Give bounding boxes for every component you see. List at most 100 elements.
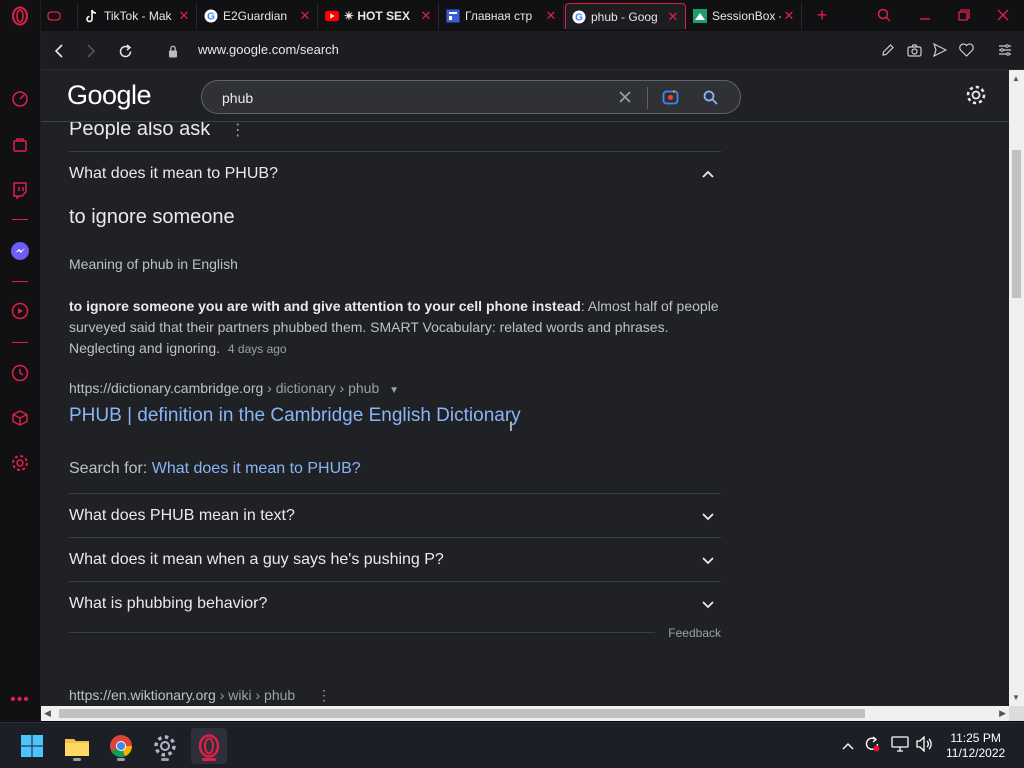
camera-icon[interactable] (906, 42, 922, 58)
sessionbox-icon (693, 9, 707, 23)
start-button[interactable] (14, 728, 50, 764)
tab-sessionbox[interactable]: SessionBox - ✕ (687, 3, 802, 29)
show-hidden-icons-icon[interactable] (842, 738, 854, 756)
search-input[interactable]: phub (222, 90, 253, 106)
settings-app-icon[interactable] (147, 728, 183, 764)
close-tab-icon[interactable]: ✕ (418, 8, 434, 24)
opera-gx-icon[interactable] (191, 728, 227, 764)
paa-question-text: What does PHUB mean in text? (69, 506, 295, 524)
close-tab-icon[interactable]: ✕ (665, 9, 681, 25)
close-tab-icon[interactable]: ✕ (297, 8, 313, 24)
taskbar: 11:25 PM 11/12/2022 (0, 722, 1024, 768)
chevron-down-icon (702, 556, 714, 564)
horizontal-scrollbar[interactable]: ◀ ▶ (41, 706, 1009, 721)
scroll-right-icon[interactable]: ▶ (999, 708, 1006, 719)
clock[interactable]: 11:25 PM 11/12/2022 (946, 731, 1005, 761)
chevron-down-icon (702, 600, 714, 608)
clear-icon[interactable] (618, 90, 632, 109)
page-viewport: Google phub People also ask ⋮ What does … (41, 70, 1009, 706)
result-cite[interactable]: https://dictionary.cambridge.org › dicti… (69, 380, 399, 396)
new-tab-icon[interactable]: + (810, 4, 834, 26)
gx-control-icon[interactable] (10, 89, 30, 109)
gx-corner-icon[interactable] (10, 135, 30, 155)
search-box[interactable]: phub (201, 80, 741, 114)
extensions-icon[interactable] (10, 408, 30, 428)
answer-snippet: to ignore someone you are with and give … (69, 296, 719, 360)
paa-question-text: What does it mean when a guy says he's p… (69, 550, 444, 568)
file-explorer-icon[interactable] (59, 728, 95, 764)
minimize-icon[interactable] (913, 4, 937, 26)
tab-strip: TikTok - Mak ✕ G E2Guardian ✕ ✴ HOT SEX … (41, 0, 1024, 31)
running-indicator (73, 758, 81, 761)
forward-icon[interactable] (81, 41, 101, 61)
back-icon[interactable] (49, 41, 69, 61)
restore-icon[interactable] (952, 4, 976, 26)
paa-question[interactable]: What does it mean when a guy says he's p… (69, 537, 721, 581)
easy-setup-icon[interactable] (997, 42, 1013, 58)
opera-logo-icon[interactable] (10, 6, 30, 26)
heart-icon[interactable] (958, 42, 974, 58)
reload-icon[interactable] (115, 41, 135, 61)
scroll-down-icon[interactable]: ▼ (1012, 693, 1020, 702)
result-title-link[interactable]: PHUB | definition in the Cambridge Engli… (69, 405, 521, 427)
scroll-left-icon[interactable]: ◀ (44, 708, 51, 719)
more-options-icon[interactable]: ⋮ (230, 122, 246, 139)
browser-sidebar: ••• (0, 0, 41, 728)
tab-title: ✴ HOT SEX (344, 9, 411, 23)
tab-title: E2Guardian (223, 9, 288, 23)
address-bar: www.google.com/search (41, 31, 1024, 70)
more-icon[interactable]: ••• (10, 690, 30, 710)
more-options-icon[interactable]: ⋮ (317, 687, 331, 703)
volume-icon[interactable] (916, 735, 934, 757)
snippet-text: Neglecting and ignoring. (69, 340, 220, 356)
close-window-icon[interactable] (991, 4, 1015, 26)
gear-icon[interactable] (965, 84, 987, 106)
tab-phub-google[interactable]: G phub - Goog ✕ (565, 3, 686, 29)
settings-icon[interactable] (10, 453, 30, 473)
caret-down-icon[interactable]: ▼ (389, 385, 399, 396)
google-header: Google phub (41, 70, 1009, 122)
close-tab-icon[interactable]: ✕ (176, 8, 192, 24)
paa-question[interactable]: What is phubbing behavior? (69, 581, 721, 625)
close-tab-icon[interactable]: ✕ (781, 8, 797, 24)
feedback-link[interactable]: Feedback (668, 626, 721, 640)
windows-logo-icon (21, 735, 43, 757)
answer-meaning: Meaning of phub in English (69, 256, 238, 272)
history-icon[interactable] (10, 363, 30, 383)
search-for-link[interactable]: What does it mean to PHUB? (152, 460, 361, 477)
tab-e2guardian[interactable]: G E2Guardian ✕ (198, 3, 318, 29)
cite-domain: https://dictionary.cambridge.org (69, 380, 264, 396)
tab-gx[interactable] (41, 3, 78, 29)
paa-question[interactable]: What does PHUB mean in text? (69, 493, 721, 537)
scroll-corner (1009, 706, 1024, 721)
close-tab-icon[interactable]: ✕ (543, 8, 559, 24)
result-cite[interactable]: https://en.wiktionary.org › wiki › phub … (69, 687, 331, 704)
vertical-scrollbar[interactable]: ▲ ▼ (1009, 70, 1024, 706)
lens-icon[interactable] (662, 89, 679, 111)
tab-title: phub - Goog (591, 9, 658, 24)
twitch-icon[interactable] (10, 180, 30, 200)
google-logo[interactable]: Google (67, 80, 152, 111)
tab-main-page[interactable]: Главная стр ✕ (440, 3, 564, 29)
paa-question-expanded[interactable]: What does it mean to PHUB? (69, 151, 721, 195)
messenger-icon[interactable] (10, 241, 30, 261)
text-cursor-icon: I (509, 418, 513, 434)
tab-title: SessionBox - (712, 9, 781, 23)
chrome-icon[interactable] (103, 728, 139, 764)
search-icon[interactable] (703, 90, 718, 110)
youtube-icon (325, 9, 339, 23)
send-icon[interactable] (932, 42, 948, 58)
horizontal-scroll-thumb[interactable] (59, 709, 865, 718)
tab-youtube[interactable]: ✴ HOT SEX ✕ (319, 3, 439, 29)
tab-tiktok[interactable]: TikTok - Mak ✕ (79, 3, 197, 29)
vertical-scroll-thumb[interactable] (1012, 150, 1021, 298)
network-icon[interactable] (891, 736, 909, 757)
player-icon[interactable] (10, 301, 30, 321)
edit-icon[interactable] (880, 42, 896, 58)
paa-question-text: What is phubbing behavior? (69, 594, 268, 612)
tab-search-icon[interactable] (872, 4, 896, 26)
scroll-up-icon[interactable]: ▲ (1012, 74, 1020, 83)
lock-icon[interactable] (163, 41, 183, 61)
url-text[interactable]: www.google.com/search (198, 42, 339, 57)
sync-icon[interactable] (863, 735, 881, 758)
